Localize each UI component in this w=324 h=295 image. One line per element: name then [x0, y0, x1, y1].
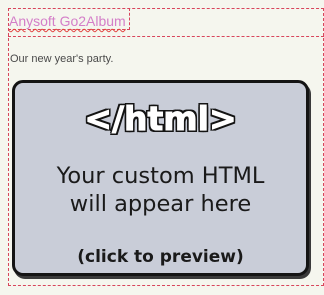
album-title-link[interactable]: Anysoft Go2Album — [9, 12, 126, 30]
section-divider — [8, 36, 324, 37]
placeholder-message: Your custom HTML will appear here — [15, 162, 306, 218]
preview-label: (click to preview) — [77, 247, 244, 267]
placeholder-line-2: will appear here — [69, 191, 252, 217]
photo-caption: Our new year's party. — [10, 53, 114, 65]
custom-html-preview-button[interactable]: </html> Your custom HTML will appear her… — [12, 80, 309, 276]
placeholder-line-1: Your custom HTML — [56, 163, 265, 189]
html-tag-label: </html> — [84, 99, 237, 139]
